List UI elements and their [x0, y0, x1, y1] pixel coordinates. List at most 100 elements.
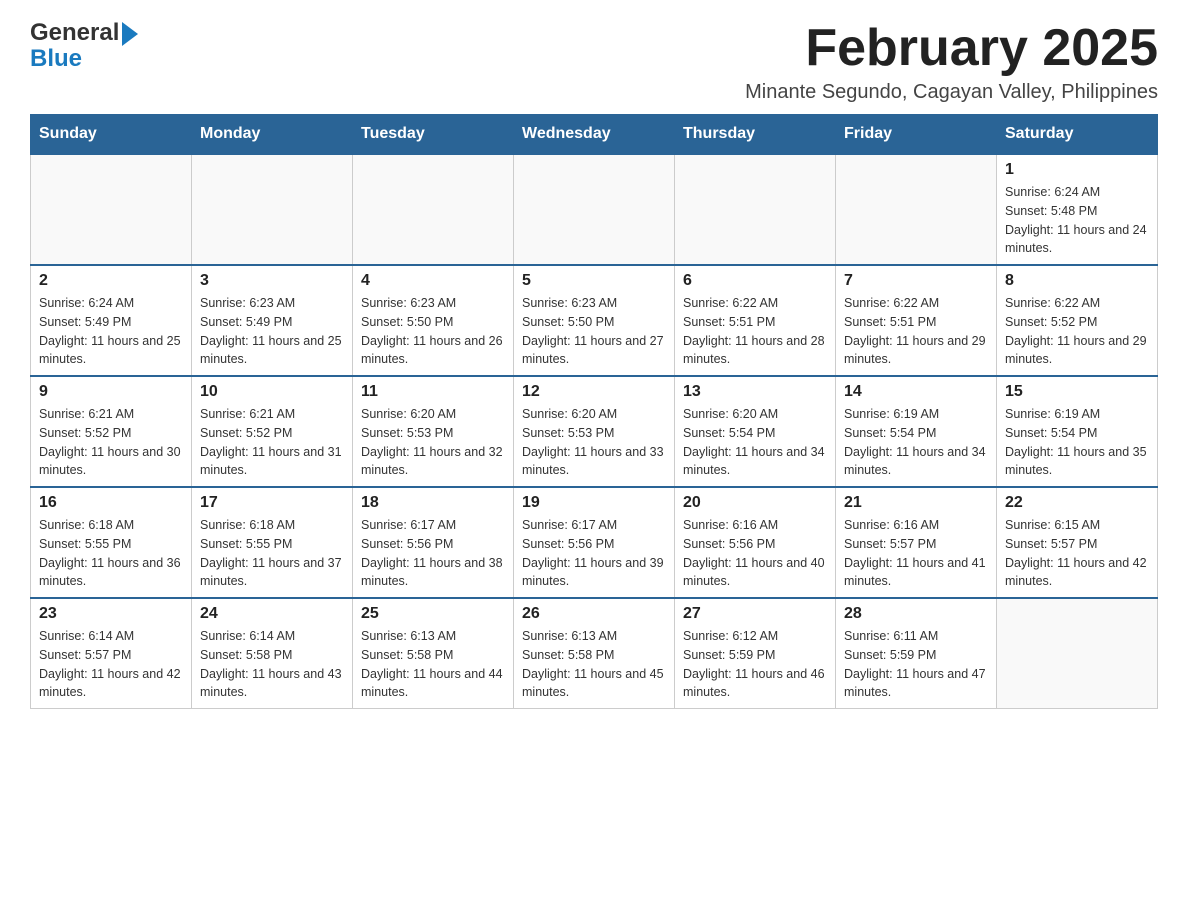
day-number: 9 — [39, 383, 183, 401]
day-number: 7 — [844, 272, 988, 290]
day-number: 13 — [683, 383, 827, 401]
calendar-week-row: 2 Sunrise: 6:24 AMSunset: 5:49 PMDaylight… — [31, 265, 1158, 376]
day-number: 26 — [522, 605, 666, 623]
weekday-header-tuesday: Tuesday — [353, 115, 514, 155]
day-info: Sunrise: 6:20 AMSunset: 5:53 PMDaylight:… — [522, 405, 666, 480]
month-title: February 2025 — [745, 20, 1158, 77]
day-info: Sunrise: 6:14 AMSunset: 5:58 PMDaylight:… — [200, 627, 344, 702]
day-info: Sunrise: 6:21 AMSunset: 5:52 PMDaylight:… — [200, 405, 344, 480]
day-info: Sunrise: 6:19 AMSunset: 5:54 PMDaylight:… — [1005, 405, 1149, 480]
day-number: 18 — [361, 494, 505, 512]
day-info: Sunrise: 6:24 AMSunset: 5:48 PMDaylight:… — [1005, 183, 1149, 258]
calendar-cell: 16Sunrise: 6:18 AMSunset: 5:55 PMDayligh… — [31, 487, 192, 598]
calendar-cell: 25 Sunrise: 6:13 AMSunset: 5:58 PMDayligh… — [353, 598, 514, 709]
calendar-cell: 13Sunrise: 6:20 AMSunset: 5:54 PMDayligh… — [675, 376, 836, 487]
weekday-header-sunday: Sunday — [31, 115, 192, 155]
calendar-cell: 17 Sunrise: 6:18 AMSunset: 5:55 PMDayligh… — [192, 487, 353, 598]
logo-blue: Blue — [30, 45, 82, 72]
calendar-cell — [997, 598, 1158, 709]
calendar-cell: 14 Sunrise: 6:19 AMSunset: 5:54 PMDayligh… — [836, 376, 997, 487]
day-number: 27 — [683, 605, 827, 623]
calendar-cell: 26 Sunrise: 6:13 AMSunset: 5:58 PMDayligh… — [514, 598, 675, 709]
calendar-cell: 10Sunrise: 6:21 AMSunset: 5:52 PMDayligh… — [192, 376, 353, 487]
day-number: 5 — [522, 272, 666, 290]
calendar-cell: 18 Sunrise: 6:17 AMSunset: 5:56 PMDayligh… — [353, 487, 514, 598]
calendar-cell: 9 Sunrise: 6:21 AMSunset: 5:52 PMDaylight… — [31, 376, 192, 487]
day-info: Sunrise: 6:22 AMSunset: 5:51 PMDaylight:… — [683, 294, 827, 369]
calendar-cell: 2 Sunrise: 6:24 AMSunset: 5:49 PMDaylight… — [31, 265, 192, 376]
day-info: Sunrise: 6:22 AMSunset: 5:52 PMDaylight:… — [1005, 294, 1149, 369]
weekday-header-saturday: Saturday — [997, 115, 1158, 155]
day-number: 14 — [844, 383, 988, 401]
calendar-week-row: 9 Sunrise: 6:21 AMSunset: 5:52 PMDaylight… — [31, 376, 1158, 487]
logo-general: General — [30, 20, 119, 46]
day-number: 28 — [844, 605, 988, 623]
calendar-cell: 7 Sunrise: 6:22 AMSunset: 5:51 PMDaylight… — [836, 265, 997, 376]
weekday-header-monday: Monday — [192, 115, 353, 155]
calendar-week-row: 1Sunrise: 6:24 AMSunset: 5:48 PMDaylight… — [31, 154, 1158, 265]
day-info: Sunrise: 6:23 AMSunset: 5:49 PMDaylight:… — [200, 294, 344, 369]
day-info: Sunrise: 6:24 AMSunset: 5:49 PMDaylight:… — [39, 294, 183, 369]
day-number: 25 — [361, 605, 505, 623]
day-info: Sunrise: 6:18 AMSunset: 5:55 PMDaylight:… — [39, 516, 183, 591]
day-info: Sunrise: 6:13 AMSunset: 5:58 PMDaylight:… — [361, 627, 505, 702]
calendar-cell: 3 Sunrise: 6:23 AMSunset: 5:49 PMDaylight… — [192, 265, 353, 376]
day-number: 12 — [522, 383, 666, 401]
calendar-week-row: 23Sunrise: 6:14 AMSunset: 5:57 PMDayligh… — [31, 598, 1158, 709]
day-info: Sunrise: 6:12 AMSunset: 5:59 PMDaylight:… — [683, 627, 827, 702]
day-number: 22 — [1005, 494, 1149, 512]
day-number: 4 — [361, 272, 505, 290]
day-info: Sunrise: 6:15 AMSunset: 5:57 PMDaylight:… — [1005, 516, 1149, 591]
day-number: 2 — [39, 272, 183, 290]
day-info: Sunrise: 6:17 AMSunset: 5:56 PMDaylight:… — [361, 516, 505, 591]
calendar-cell: 27 Sunrise: 6:12 AMSunset: 5:59 PMDayligh… — [675, 598, 836, 709]
day-info: Sunrise: 6:18 AMSunset: 5:55 PMDaylight:… — [200, 516, 344, 591]
day-info: Sunrise: 6:23 AMSunset: 5:50 PMDaylight:… — [522, 294, 666, 369]
calendar-cell: 4Sunrise: 6:23 AMSunset: 5:50 PMDaylight… — [353, 265, 514, 376]
day-number: 11 — [361, 383, 505, 401]
calendar-cell: 11 Sunrise: 6:20 AMSunset: 5:53 PMDayligh… — [353, 376, 514, 487]
day-info: Sunrise: 6:13 AMSunset: 5:58 PMDaylight:… — [522, 627, 666, 702]
day-number: 19 — [522, 494, 666, 512]
calendar-header-row: SundayMondayTuesdayWednesdayThursdayFrid… — [31, 115, 1158, 155]
calendar-cell: 19 Sunrise: 6:17 AMSunset: 5:56 PMDayligh… — [514, 487, 675, 598]
day-number: 3 — [200, 272, 344, 290]
day-info: Sunrise: 6:20 AMSunset: 5:53 PMDaylight:… — [361, 405, 505, 480]
day-info: Sunrise: 6:22 AMSunset: 5:51 PMDaylight:… — [844, 294, 988, 369]
day-number: 15 — [1005, 383, 1149, 401]
location-subtitle: Minante Segundo, Cagayan Valley, Philipp… — [745, 81, 1158, 104]
calendar-cell — [514, 154, 675, 265]
calendar-cell — [353, 154, 514, 265]
day-number: 21 — [844, 494, 988, 512]
day-info: Sunrise: 6:16 AMSunset: 5:57 PMDaylight:… — [844, 516, 988, 591]
day-info: Sunrise: 6:17 AMSunset: 5:56 PMDaylight:… — [522, 516, 666, 591]
weekday-header-thursday: Thursday — [675, 115, 836, 155]
calendar-cell — [675, 154, 836, 265]
page-header: General Blue February 2025 Minante Segun… — [30, 20, 1158, 104]
day-info: Sunrise: 6:11 AMSunset: 5:59 PMDaylight:… — [844, 627, 988, 702]
calendar-cell: 12 Sunrise: 6:20 AMSunset: 5:53 PMDayligh… — [514, 376, 675, 487]
calendar-cell: 5 Sunrise: 6:23 AMSunset: 5:50 PMDaylight… — [514, 265, 675, 376]
calendar-cell: 21 Sunrise: 6:16 AMSunset: 5:57 PMDayligh… — [836, 487, 997, 598]
calendar-week-row: 16Sunrise: 6:18 AMSunset: 5:55 PMDayligh… — [31, 487, 1158, 598]
calendar-cell — [836, 154, 997, 265]
logo-arrow-icon — [122, 22, 138, 46]
day-info: Sunrise: 6:14 AMSunset: 5:57 PMDaylight:… — [39, 627, 183, 702]
calendar-table: SundayMondayTuesdayWednesdayThursdayFrid… — [30, 114, 1158, 709]
weekday-header-friday: Friday — [836, 115, 997, 155]
calendar-cell: 28 Sunrise: 6:11 AMSunset: 5:59 PMDayligh… — [836, 598, 997, 709]
calendar-cell: 15 Sunrise: 6:19 AMSunset: 5:54 PMDayligh… — [997, 376, 1158, 487]
weekday-header-wednesday: Wednesday — [514, 115, 675, 155]
calendar-cell — [192, 154, 353, 265]
calendar-cell: 24 Sunrise: 6:14 AMSunset: 5:58 PMDayligh… — [192, 598, 353, 709]
logo: General Blue — [30, 20, 138, 73]
day-number: 8 — [1005, 272, 1149, 290]
day-number: 17 — [200, 494, 344, 512]
calendar-cell: 8 Sunrise: 6:22 AMSunset: 5:52 PMDaylight… — [997, 265, 1158, 376]
day-number: 24 — [200, 605, 344, 623]
day-info: Sunrise: 6:19 AMSunset: 5:54 PMDaylight:… — [844, 405, 988, 480]
day-info: Sunrise: 6:21 AMSunset: 5:52 PMDaylight:… — [39, 405, 183, 480]
calendar-cell: 22 Sunrise: 6:15 AMSunset: 5:57 PMDayligh… — [997, 487, 1158, 598]
day-number: 6 — [683, 272, 827, 290]
calendar-cell: 1Sunrise: 6:24 AMSunset: 5:48 PMDaylight… — [997, 154, 1158, 265]
